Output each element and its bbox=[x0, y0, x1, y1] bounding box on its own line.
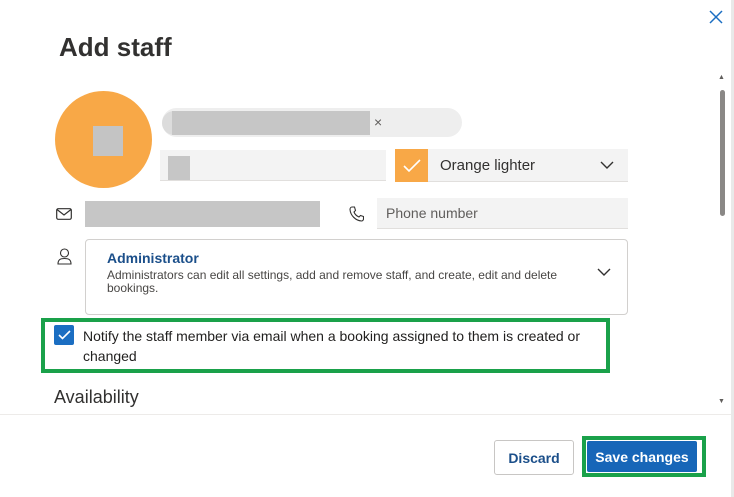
close-icon bbox=[709, 10, 723, 24]
scroll-up-arrow-icon[interactable]: ▲ bbox=[718, 74, 725, 81]
scroll-down-arrow-icon[interactable]: ▼ bbox=[718, 398, 725, 405]
checkmark-icon bbox=[402, 158, 421, 172]
email-field[interactable] bbox=[85, 198, 335, 229]
color-swatch bbox=[395, 149, 428, 182]
discard-button[interactable]: Discard bbox=[494, 440, 574, 475]
redacted-initials bbox=[168, 156, 190, 180]
close-button[interactable] bbox=[705, 6, 727, 28]
checkmark-icon bbox=[57, 330, 71, 340]
avatar-placeholder-image bbox=[93, 126, 123, 156]
role-dropdown[interactable]: Administrator Administrators can edit al… bbox=[85, 239, 628, 315]
notify-label: Notify the staff member via email when a… bbox=[83, 328, 580, 364]
phone-input[interactable] bbox=[377, 198, 628, 228]
role-description: Administrators can edit all settings, ad… bbox=[107, 268, 558, 295]
avatar[interactable] bbox=[55, 91, 152, 188]
initials-field[interactable] bbox=[160, 150, 386, 181]
redacted-name bbox=[172, 111, 370, 135]
name-field[interactable]: × bbox=[162, 108, 462, 137]
role-title: Administrator bbox=[107, 250, 199, 266]
redacted-email bbox=[85, 201, 320, 227]
mail-icon bbox=[55, 206, 73, 222]
availability-heading: Availability bbox=[54, 387, 139, 407]
clear-name-icon[interactable]: × bbox=[374, 114, 382, 130]
dialog-title: Add staff bbox=[59, 32, 172, 62]
color-label: Orange lighter bbox=[440, 157, 536, 174]
person-icon bbox=[56, 247, 72, 265]
chevron-down-icon bbox=[600, 161, 614, 169]
chevron-down-icon bbox=[597, 268, 611, 276]
phone-field[interactable] bbox=[377, 198, 628, 229]
phone-icon bbox=[348, 205, 364, 223]
save-changes-button[interactable]: Save changes bbox=[587, 441, 697, 472]
add-staff-panel: Add staff × Orange lighter Phone number … bbox=[0, 0, 734, 497]
notify-checkbox[interactable] bbox=[54, 325, 74, 345]
footer-divider bbox=[0, 414, 734, 415]
scrollbar-thumb[interactable] bbox=[720, 90, 725, 216]
color-dropdown[interactable]: Orange lighter bbox=[395, 149, 628, 182]
